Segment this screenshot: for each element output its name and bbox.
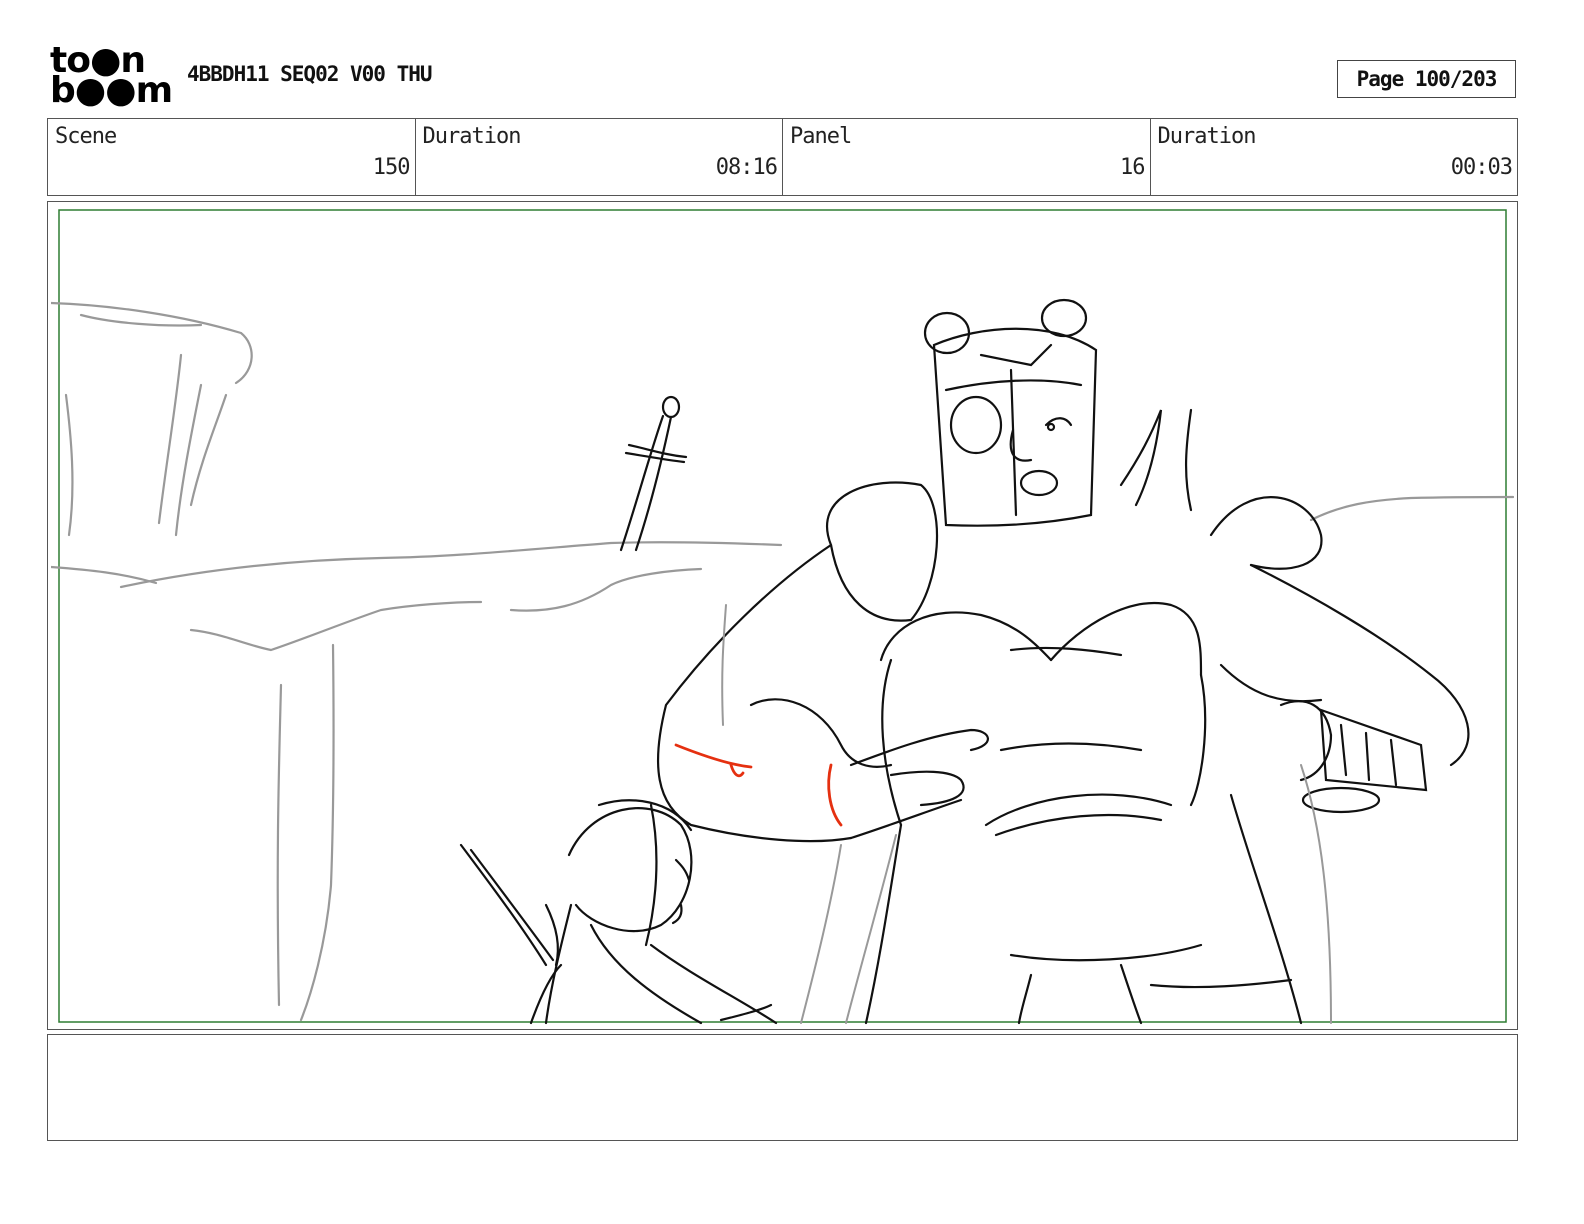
storyboard-sketch <box>51 209 1514 1025</box>
body-construction-lines <box>721 604 1332 1024</box>
panel-notes-box <box>47 1034 1518 1141</box>
panel-duration-value: 00:03 <box>1450 155 1513 180</box>
sword-in-ground <box>619 395 688 552</box>
panel-cell: Panel 16 <box>783 119 1151 195</box>
scene-cell: Scene 150 <box>48 119 416 195</box>
page-indicator: Page 100/203 <box>1337 60 1516 98</box>
panel-duration-cell: Duration 00:03 <box>1151 119 1518 195</box>
scene-duration-label: Duration <box>422 124 522 149</box>
toonboom-logo: to●n b●●m <box>50 43 173 111</box>
panel-duration-label: Duration <box>1157 124 1257 149</box>
red-highlight-strokes <box>674 743 843 827</box>
scene-label: Scene <box>55 124 117 149</box>
scene-duration-cell: Duration 08:16 <box>416 119 783 195</box>
scene-info-table: Scene 150 Duration 08:16 Panel 16 Durati… <box>47 118 1518 196</box>
scene-duration-value: 08:16 <box>715 155 778 180</box>
panel-value: 16 <box>1120 155 1145 180</box>
background-cliff <box>51 301 1514 1022</box>
panel-label: Panel <box>790 124 852 149</box>
document-title: 4BBDH11 SEQ02 V00 THU <box>187 62 433 86</box>
safe-frame <box>58 209 1507 1023</box>
logo-line-2: b●●m <box>50 70 173 111</box>
scene-value: 150 <box>372 155 411 180</box>
big-character-sketch <box>656 298 1470 1025</box>
